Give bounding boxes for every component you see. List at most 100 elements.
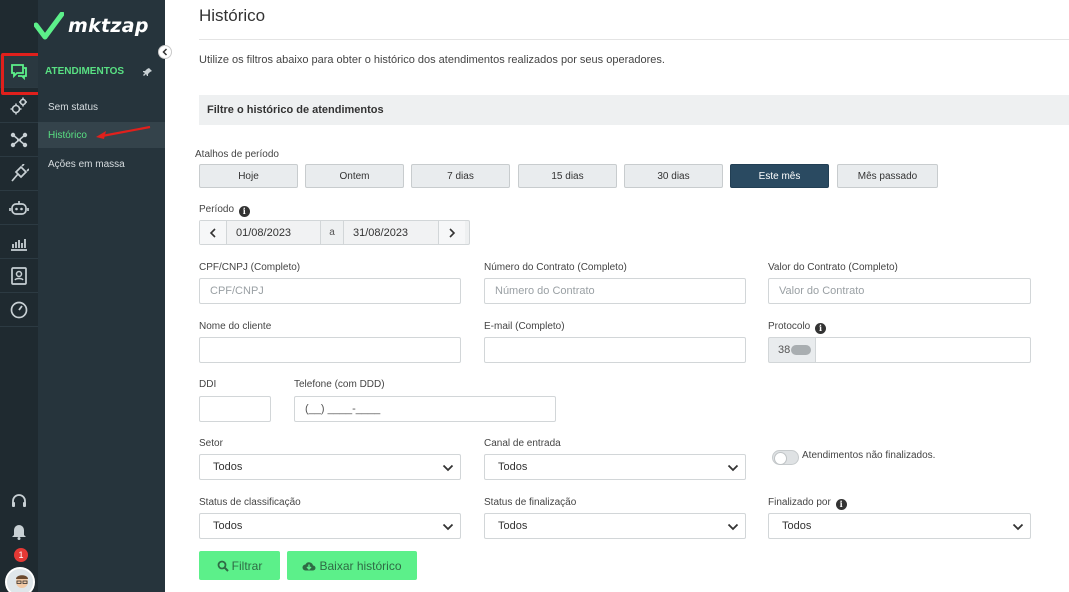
period-prev-button[interactable] [200,221,226,244]
shortcut-mes-passado[interactable]: Mês passado [837,164,938,188]
period-label: Período [199,204,235,215]
submenu-item-sem-status[interactable]: Sem status [38,94,165,120]
info-icon[interactable]: i [815,323,827,334]
period-picker: 01/08/2023 a 31/08/2023 [199,220,470,245]
finalization-status-select[interactable]: Todos [484,513,746,539]
rail-flows[interactable] [0,124,38,157]
unfinished-toggle-label: Atendimentos não finalizados. [802,450,936,461]
period-next-button[interactable] [439,221,465,244]
bar-chart-icon [11,239,27,251]
chevron-down-icon [442,523,454,531]
rail-bots[interactable] [0,192,38,225]
chevron-left-icon [162,48,168,56]
gauge-icon [10,301,28,319]
title-divider [199,39,1069,40]
chat-icon [11,64,27,81]
network-icon [10,132,28,148]
filter-button[interactable]: Filtrar [199,551,280,580]
cpf-label: CPF/CNPJ (Completo) [199,262,301,273]
protocol-label-wrap: Protocolo i [768,321,827,334]
cloud-download-icon [302,561,316,570]
plug-icon [11,164,29,182]
period-separator: a [329,227,335,238]
rail-dashboard[interactable] [0,294,38,327]
check-logo-icon [34,12,64,40]
classification-status-selected: Todos [213,520,243,532]
headset-icon [12,493,26,507]
avatar[interactable] [5,567,35,592]
contract-value-label: Valor do Contrato (Completo) [768,262,898,273]
period-label-wrap: Período i [199,204,250,217]
period-start-date[interactable]: 01/08/2023 [226,221,321,244]
page-title: Histórico [199,6,266,25]
shortcut-ontem[interactable]: Ontem [305,164,404,188]
chevron-right-icon [449,227,456,238]
contact-book-icon [11,267,27,285]
contract-number-label: Número do Contrato (Completo) [484,262,627,273]
icon-rail: 1 [0,0,43,592]
download-button-label: Baixar histórico [319,558,402,573]
page-description: Utilize os filtros abaixo para obter o h… [199,54,665,66]
info-icon[interactable]: i [238,206,250,217]
finalized-by-select[interactable]: Todos [768,513,1031,539]
chevron-down-icon [1012,523,1024,531]
filter-section-header: Filtre o histórico de atendimentos [199,95,1069,125]
shortcut-7-dias[interactable]: 7 dias [411,164,510,188]
period-end-date[interactable]: 31/08/2023 [343,221,439,244]
robot-icon [9,201,29,215]
protocol-prefix-text: 38 [778,344,791,356]
ddi-input[interactable] [199,396,271,422]
channel-select[interactable]: Todos [484,454,746,480]
client-name-input[interactable] [199,337,461,363]
bell-icon [12,524,26,540]
chevron-left-icon [209,227,216,238]
submenu-item-acoes-em-massa[interactable]: Ações em massa [38,151,165,177]
contract-value-input[interactable]: Valor do Contrato [768,278,1031,304]
chevron-down-icon [727,523,739,531]
rail-support[interactable] [0,484,38,517]
rail-notifications[interactable] [0,514,38,547]
rail-reports[interactable] [0,226,38,259]
email-input[interactable] [484,337,746,363]
classification-status-select[interactable]: Todos [199,513,461,539]
shortcut-30-dias[interactable]: 30 dias [624,164,723,188]
gears-icon [10,97,27,115]
email-label: E-mail (Completo) [484,321,565,332]
protocol-label: Protocolo [768,321,811,332]
shortcut-15-dias[interactable]: 15 dias [518,164,617,188]
sector-select[interactable]: Todos [199,454,461,480]
channel-selected: Todos [498,461,528,473]
logo: mktzap [0,0,165,52]
cpf-input[interactable]: CPF/CNPJ [199,278,461,304]
channel-label: Canal de entrada [484,438,561,449]
contract-number-input[interactable]: Número do Contrato [484,278,746,304]
logo-text: mktzap [68,15,149,37]
finalized-by-selected: Todos [782,520,812,532]
phone-input[interactable]: (__) ____-____ [294,396,556,422]
filter-button-label: Filtrar [231,558,263,573]
chevron-down-icon [442,464,454,472]
submenu-panel [38,0,165,592]
finalization-status-selected: Todos [498,520,528,532]
shortcut-hoje[interactable]: Hoje [199,164,298,188]
download-history-button[interactable]: Baixar histórico [287,551,417,580]
rail-attendances[interactable] [0,53,43,95]
pin-icon[interactable] [143,67,153,77]
protocol-input[interactable] [815,337,1031,363]
ddi-label: DDI [199,379,217,390]
shortcut-este-mes[interactable]: Este mês [730,164,829,188]
finalized-by-label-wrap: Finalizado por i [768,497,847,510]
rail-settings[interactable] [0,90,38,123]
sector-selected: Todos [213,461,243,473]
rail-contacts[interactable] [0,260,38,293]
user-avatar-icon [7,569,33,592]
red-arrow-annotation-icon [96,125,151,139]
collapse-sidebar-button[interactable] [158,45,172,59]
submenu-title: ATENDIMENTOS [45,66,125,77]
info-icon[interactable]: i [835,499,847,510]
search-icon [217,560,229,572]
chevron-down-icon [727,464,739,472]
shortcuts-label: Atalhos de período [195,149,279,160]
unfinished-toggle[interactable] [772,450,799,465]
rail-integrations[interactable] [0,158,38,191]
